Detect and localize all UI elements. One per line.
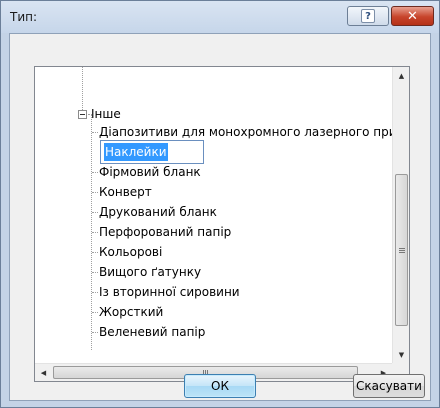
tree-node[interactable]: Жорсткий (99, 303, 163, 321)
scroll-left-icon[interactable]: ◀ (35, 364, 52, 381)
tree-connector (92, 172, 98, 173)
selected-text: Наклейки (104, 143, 168, 161)
tree-content: Інше Діапозитиви для монохромного лазерн… (35, 67, 392, 363)
tree-connector (92, 132, 98, 133)
node-rename-input[interactable]: Наклейки (100, 140, 204, 164)
close-icon: ✕ (407, 8, 418, 24)
vertical-scrollbar[interactable]: ▲ ▼ (392, 67, 409, 363)
tree-connector (92, 272, 98, 273)
type-tree-view[interactable]: Інше Діапозитиви для монохромного лазерн… (34, 66, 410, 382)
help-button[interactable]: ? (347, 6, 389, 26)
title-bar[interactable]: Тип: ? ✕ (1, 1, 439, 33)
close-button[interactable]: ✕ (391, 6, 434, 26)
dialog-client-area: Інше Діапозитиви для монохромного лазерн… (9, 33, 431, 401)
tree-connector (92, 212, 98, 213)
tree-node-other[interactable]: Інше (91, 105, 121, 123)
tree-connector (92, 252, 98, 253)
ok-button[interactable]: ОК (184, 374, 256, 398)
collapse-icon[interactable] (78, 110, 87, 119)
tree-connector (92, 332, 98, 333)
cancel-button[interactable]: Скасувати (353, 374, 425, 398)
tree-connector (92, 292, 98, 293)
tree-node[interactable]: Фірмовий бланк (99, 163, 201, 181)
dialog-title: Тип: (10, 10, 38, 24)
scroll-down-icon[interactable]: ▼ (393, 346, 409, 363)
tree-connector (92, 192, 98, 193)
tree-node[interactable]: Веленевий папір (99, 323, 205, 341)
tree-node[interactable]: Конверт (99, 183, 152, 201)
grip-icon (398, 247, 405, 253)
tree-node[interactable]: Діапозитиви для монохромного лазерного п… (99, 123, 392, 141)
tree-node[interactable]: Із вторинної сировини (99, 283, 240, 301)
scroll-up-icon[interactable]: ▲ (393, 67, 409, 84)
tree-connector (92, 312, 98, 313)
tree-connector (92, 232, 98, 233)
help-icon: ? (361, 9, 375, 23)
tree-connector (82, 67, 83, 110)
tree-node[interactable]: Перфорований папір (99, 223, 231, 241)
tree-node[interactable]: Вищого ґатунку (99, 263, 201, 281)
tree-node[interactable]: Кольорові (99, 243, 162, 261)
type-dialog: Тип: ? ✕ Інше Діапозитиви для монохромно… (0, 0, 440, 408)
vertical-scroll-thumb[interactable] (395, 174, 408, 326)
tree-node[interactable]: Друкований бланк (99, 203, 217, 221)
